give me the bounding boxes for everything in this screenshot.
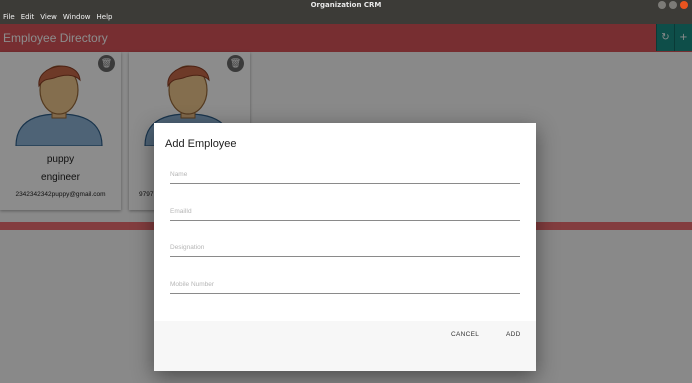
name-input[interactable] — [170, 165, 520, 184]
window-titlebar: Organization CRM — [0, 0, 692, 11]
minimize-icon[interactable] — [658, 1, 666, 9]
menu-window[interactable]: Window — [60, 11, 94, 24]
menu-view[interactable]: View — [37, 11, 60, 24]
mobile-field — [170, 273, 520, 294]
close-icon[interactable] — [680, 1, 688, 9]
menu-edit[interactable]: Edit — [18, 11, 38, 24]
cancel-button[interactable]: CANCEL — [447, 329, 483, 340]
window-controls — [658, 1, 688, 9]
mobile-input[interactable] — [170, 275, 520, 294]
add-employee-dialog: Add Employee CANCEL ADD — [154, 123, 536, 371]
menubar: File Edit View Window Help — [0, 11, 692, 24]
menu-help[interactable]: Help — [94, 11, 116, 24]
designation-field — [170, 236, 520, 257]
name-field — [170, 163, 520, 184]
email-field — [170, 200, 520, 221]
menu-file[interactable]: File — [0, 11, 18, 24]
window-title: Organization CRM — [310, 1, 382, 9]
add-employee-button[interactable]: ADD — [502, 329, 525, 340]
dialog-title: Add Employee — [165, 138, 237, 150]
email-input[interactable] — [170, 202, 520, 221]
maximize-icon[interactable] — [669, 1, 677, 9]
dialog-actions: CANCEL ADD — [154, 321, 536, 371]
designation-input[interactable] — [170, 238, 520, 257]
